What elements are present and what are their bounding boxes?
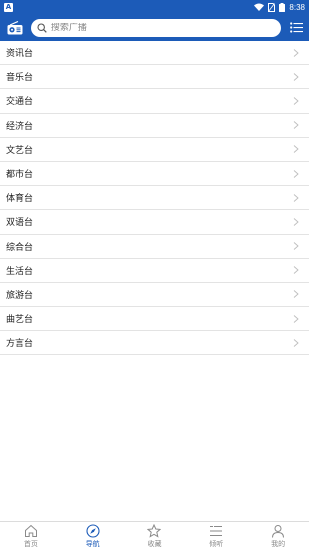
chevron-right-icon — [293, 242, 299, 250]
station-list: 资讯台 音乐台 交通台 经济台 文艺台 都市台 体育台 双语台 综合台 生活台 … — [0, 41, 309, 356]
station-label: 综合台 — [6, 242, 34, 253]
search-box[interactable] — [30, 18, 282, 37]
chevron-right-icon — [293, 218, 299, 226]
radio-icon — [7, 20, 23, 34]
no-sim-icon — [268, 2, 276, 12]
list-item[interactable]: 双语台 — [0, 210, 309, 235]
station-label: 都市台 — [6, 170, 34, 181]
list-item[interactable]: 资讯台 — [0, 41, 309, 66]
nav-label-guide: 导航 — [85, 539, 100, 548]
chevron-right-icon — [293, 97, 299, 105]
notification-icon: A — [4, 2, 13, 12]
nav-mine[interactable]: 我的 — [247, 522, 309, 550]
nav-label-listen: 倾听 — [209, 539, 224, 548]
list-item[interactable]: 音乐台 — [0, 65, 309, 90]
chevron-right-icon — [293, 193, 299, 202]
station-label: 方言台 — [6, 339, 34, 350]
star-icon — [147, 523, 162, 538]
station-label: 体育台 — [6, 194, 34, 205]
station-label: 音乐台 — [6, 73, 34, 84]
chevron-right-icon — [293, 266, 299, 275]
bottom-nav: 首页 导航 收藏 倾听 我的 — [0, 521, 309, 550]
status-right: 8:38 — [254, 2, 305, 12]
list-item[interactable]: 经济台 — [0, 114, 309, 138]
chevron-right-icon — [293, 290, 299, 299]
list-menu-icon — [289, 22, 303, 33]
list-item[interactable]: 旅游台 — [0, 283, 309, 308]
nav-label-home: 首页 — [23, 539, 38, 548]
menu-button[interactable] — [289, 21, 303, 35]
list-item[interactable]: 综合台 — [0, 235, 309, 259]
station-label: 生活台 — [6, 266, 34, 277]
battery-icon — [279, 2, 286, 12]
chevron-right-icon — [293, 339, 299, 347]
list-item[interactable]: 都市台 — [0, 162, 309, 187]
nav-home[interactable]: 首页 — [0, 522, 62, 550]
chevron-right-icon — [293, 48, 299, 57]
chevron-right-icon — [293, 145, 299, 154]
chevron-right-icon — [293, 72, 299, 81]
list-item[interactable]: 方言台 — [0, 331, 309, 356]
station-label: 双语台 — [6, 218, 34, 229]
status-left: A — [4, 2, 13, 12]
nav-label-favorites: 收藏 — [147, 539, 162, 548]
search-icon — [37, 22, 47, 33]
compass-icon — [86, 523, 100, 538]
chevron-right-icon — [293, 121, 299, 129]
station-label: 交通台 — [6, 97, 34, 108]
list-item[interactable]: 生活台 — [0, 259, 309, 283]
nav-guide[interactable]: 导航 — [62, 522, 124, 550]
nav-favorites[interactable]: 收藏 — [124, 522, 186, 550]
nav-label-mine: 我的 — [271, 539, 286, 548]
list-item[interactable]: 体育台 — [0, 186, 309, 211]
station-label: 经济台 — [6, 121, 34, 132]
status-bar: A 8:38 — [0, 0, 309, 14]
station-label: 文艺台 — [6, 145, 34, 156]
radio-button[interactable] — [6, 19, 24, 37]
chevron-right-icon — [293, 314, 299, 323]
chevron-right-icon — [293, 169, 299, 178]
list-item[interactable]: 曲艺台 — [0, 307, 309, 332]
station-label: 资讯台 — [6, 49, 34, 60]
list-item[interactable]: 文艺台 — [0, 138, 309, 162]
wifi-icon — [254, 3, 265, 11]
station-label: 旅游台 — [6, 290, 34, 301]
header — [0, 14, 309, 41]
home-icon — [24, 524, 38, 538]
list-icon — [209, 524, 223, 538]
search-input[interactable] — [50, 22, 271, 33]
station-label: 曲艺台 — [6, 315, 34, 326]
nav-listen[interactable]: 倾听 — [185, 522, 247, 550]
user-icon — [271, 524, 285, 538]
status-time: 8:38 — [289, 2, 305, 12]
list-item[interactable]: 交通台 — [0, 89, 309, 114]
